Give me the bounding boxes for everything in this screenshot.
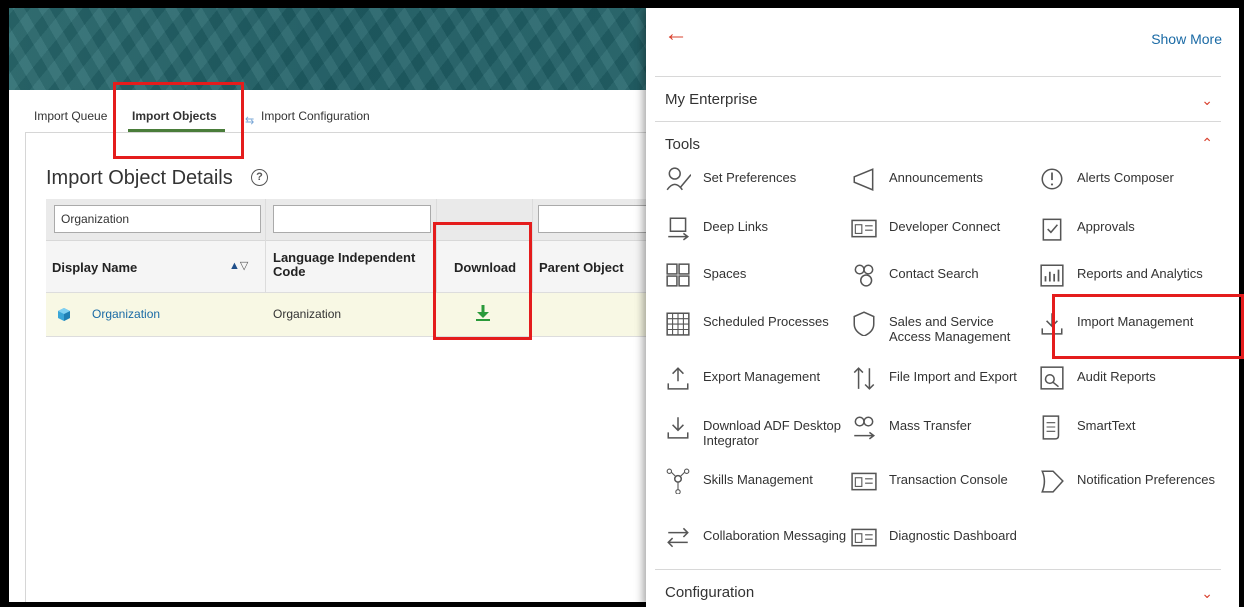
tool-label: Export Management	[703, 369, 821, 384]
announcements-icon	[851, 166, 877, 192]
tool-label: Set Preferences	[703, 170, 797, 185]
tool-label: Approvals	[1077, 219, 1135, 234]
tool-label: Deep Links	[703, 219, 769, 234]
tool-label: Diagnostic Dashboard	[889, 528, 1017, 543]
object-cube-icon	[58, 308, 70, 326]
tool-label: Announcements	[889, 170, 983, 185]
section-tools[interactable]: Tools	[665, 136, 700, 153]
collaboration-messaging-icon	[665, 524, 691, 550]
tool-label: Alerts Composer	[1077, 170, 1174, 185]
section-configuration[interactable]: Configuration	[665, 584, 754, 601]
parent-object-filter[interactable]	[538, 205, 659, 233]
column-header-language-code[interactable]: Language Independent Code	[273, 251, 433, 279]
import-management-icon	[1039, 310, 1065, 336]
diagnostic-dashboard-icon	[851, 524, 877, 550]
show-more-link[interactable]: Show More	[1151, 31, 1222, 47]
column-header-download[interactable]: Download	[454, 260, 516, 275]
column-header-parent-object[interactable]: Parent Object	[539, 260, 624, 275]
tool-label: Audit Reports	[1077, 369, 1156, 384]
developer-connect-icon	[851, 215, 877, 241]
scheduled-processes-icon	[665, 310, 691, 336]
display-name-link[interactable]: Organization	[92, 307, 160, 321]
tool-label: Skills Management	[703, 472, 813, 487]
tool-label: Mass Transfer	[889, 418, 972, 433]
chevron-down-icon[interactable]: ⌄	[1201, 93, 1213, 107]
download-icon[interactable]	[476, 305, 490, 326]
skills-management-icon	[665, 468, 691, 495]
chevron-down-icon[interactable]: ⌄	[1201, 586, 1213, 600]
header-banner	[9, 8, 659, 90]
column-header-display-name[interactable]: Display Name	[52, 260, 137, 275]
tab-import-configuration[interactable]: ⇆ Import Configuration	[245, 104, 370, 128]
audit-reports-icon	[1039, 365, 1065, 391]
page-title: Import Object Details	[46, 167, 233, 189]
approvals-icon	[1039, 215, 1065, 241]
download-adf-icon	[665, 414, 691, 440]
help-icon[interactable]: ?	[251, 169, 268, 186]
language-code-filter[interactable]	[273, 205, 431, 233]
spaces-icon	[665, 262, 691, 288]
display-name-filter[interactable]	[54, 205, 261, 233]
access-management-icon	[851, 310, 877, 337]
notification-preferences-icon	[1039, 468, 1065, 494]
tool-label: Spaces	[703, 266, 747, 281]
section-my-enterprise[interactable]: My Enterprise	[665, 91, 758, 108]
tool-label: Reports and Analytics	[1077, 266, 1203, 281]
chevron-up-icon[interactable]: ⌃	[1201, 136, 1213, 150]
reports-analytics-icon	[1039, 262, 1065, 288]
tool-label: Notification Preferences	[1077, 472, 1216, 487]
navigator-panel: ← Show More My Enterprise ⌄ Tools ⌃ Set …	[646, 8, 1239, 607]
sort-icon[interactable]: ▲▽	[229, 259, 248, 272]
back-arrow-icon[interactable]: ←	[664, 22, 688, 46]
tool-label: Contact Search	[889, 266, 979, 281]
tool-label: Transaction Console	[889, 472, 1008, 487]
sync-icon: ⇆	[245, 115, 255, 127]
import-management-page: Import Queue Import Objects ⇆ Import Con…	[9, 8, 659, 602]
filter-row	[46, 199, 659, 241]
tab-import-queue[interactable]: Import Queue	[34, 104, 107, 128]
file-import-export-icon	[851, 365, 877, 391]
tool-label: Import Management	[1077, 314, 1194, 329]
smarttext-icon	[1039, 414, 1065, 440]
tool-label: Collaboration Messaging	[703, 528, 847, 543]
language-code-value: Organization	[273, 307, 342, 321]
tool-label: SmartText	[1077, 418, 1136, 433]
tool-label: Download ADF Desktop Integrator	[703, 418, 842, 448]
contact-search-icon	[851, 262, 877, 288]
tool-label: Developer Connect	[889, 219, 1001, 234]
mass-transfer-icon	[851, 414, 877, 440]
export-management-icon	[665, 365, 691, 391]
tool-label: Scheduled Processes	[703, 314, 829, 329]
deep-links-icon	[665, 215, 691, 241]
tool-label: File Import and Export	[889, 369, 1017, 384]
tool-label: Sales and Service Access Management	[889, 314, 1011, 344]
alerts-composer-icon	[1039, 166, 1065, 192]
tab-import-configuration-label: Import Configuration	[261, 109, 370, 123]
tab-bar: Import Queue Import Objects ⇆ Import Con…	[9, 104, 659, 132]
import-objects-table: Display Name ▲▽ Language Independent Cod…	[46, 199, 659, 343]
transaction-console-icon	[851, 468, 877, 494]
table-header-row: Display Name ▲▽ Language Independent Cod…	[46, 241, 659, 293]
tab-import-objects[interactable]: Import Objects	[128, 104, 225, 132]
set-preferences-icon	[665, 166, 692, 192]
table-row[interactable]: Organization Organization	[46, 293, 659, 337]
